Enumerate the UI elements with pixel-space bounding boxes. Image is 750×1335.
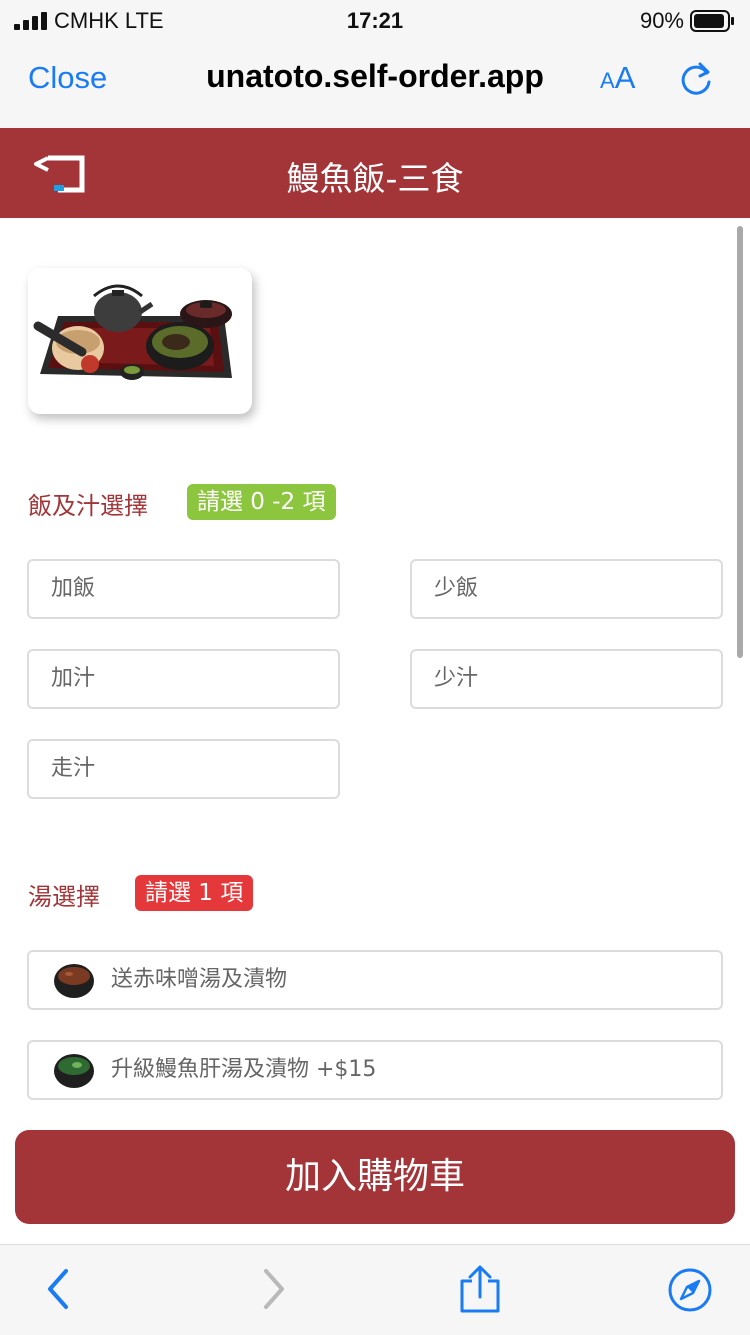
option-no-sauce[interactable]: 走汁 (27, 739, 340, 799)
scrollbar[interactable] (737, 226, 743, 658)
compass-icon[interactable] (667, 1267, 713, 1313)
miso-soup-icon (54, 964, 94, 998)
back-icon[interactable] (34, 150, 88, 194)
share-icon[interactable] (458, 1265, 502, 1315)
add-to-cart-button[interactable]: 加入購物車 (15, 1130, 735, 1224)
text-size-button[interactable]: AA (600, 60, 635, 96)
status-bar: CMHK LTE 17:21 90% (0, 0, 750, 40)
option-label: 升級鰻魚肝湯及漬物 +$15 (111, 1057, 377, 1082)
nav-back-icon[interactable] (44, 1267, 74, 1311)
page-title: 鰻魚飯-三食 (286, 159, 464, 198)
nav-forward-icon[interactable] (258, 1267, 288, 1311)
option-label: 送赤味噌湯及漬物 (111, 967, 288, 992)
option-extra-sauce[interactable]: 加汁 (27, 649, 340, 709)
section-title-soup: 湯選擇 (28, 883, 100, 911)
requirement-badge: 請選 1 項 (135, 875, 254, 911)
liver-soup-icon (54, 1054, 94, 1088)
option-eel-liver-soup[interactable]: 升級鰻魚肝湯及漬物 +$15 (27, 1040, 723, 1100)
browser-bar: Close unatoto.self-order.app AA (0, 40, 750, 128)
option-extra-rice[interactable]: 加飯 (27, 559, 340, 619)
option-miso-soup[interactable]: 送赤味噌湯及漬物 (27, 950, 723, 1010)
requirement-badge: 請選 0 -2 項 (187, 484, 336, 520)
option-less-sauce[interactable]: 少汁 (410, 649, 723, 709)
eel-rice-set-image (33, 284, 232, 380)
aa-small-label: A (600, 68, 615, 93)
battery-percent: 90% (639, 8, 684, 33)
battery-icon (690, 10, 734, 32)
close-button[interactable]: Close (28, 60, 107, 96)
option-less-rice[interactable]: 少飯 (410, 559, 723, 619)
page-header: 鰻魚飯-三食 (0, 128, 750, 218)
url-label: unatoto.self-order.app (206, 58, 544, 94)
browser-toolbar (0, 1244, 750, 1335)
product-image (28, 268, 252, 414)
aa-big-label: A (614, 60, 636, 95)
status-time: 17:21 (346, 8, 404, 33)
section-title-rice-sauce: 飯及汁選擇 (28, 492, 148, 520)
reload-icon[interactable] (676, 60, 716, 100)
